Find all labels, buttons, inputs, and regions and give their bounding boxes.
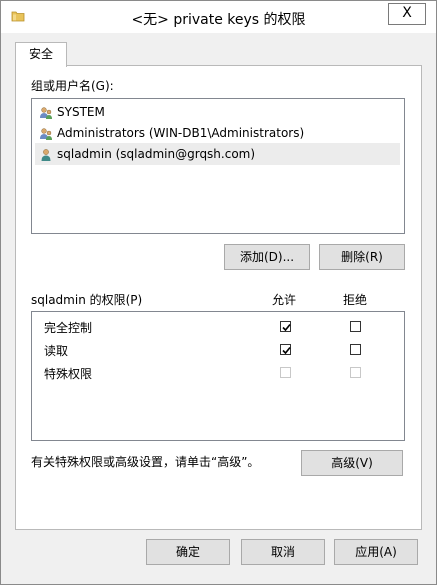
group-users-icon (39, 126, 53, 140)
ok-button[interactable]: 确定 (146, 539, 230, 565)
group-users-icon (39, 105, 53, 119)
user-icon (39, 147, 53, 161)
permission-name-full-control: 完全控制 (44, 321, 93, 335)
principal-name: Administrators (WIN-DB1\Administrators) (57, 126, 305, 140)
allow-column-header: 允许 (272, 293, 297, 307)
deny-special-checkbox (350, 367, 361, 378)
permission-name-special: 特殊权限 (44, 367, 93, 381)
advanced-note: 有关特殊权限或高级设置，请单击“高级”。 (31, 455, 260, 469)
checkmark-icon (282, 323, 291, 332)
checkmark-icon (282, 346, 291, 355)
dialog-title: <无> private keys 的权限 (131, 12, 306, 28)
permissions-dialog: <无> private keys 的权限 X 安全 组或用户名(G): SYST… (0, 0, 437, 585)
advanced-button[interactable]: 高级(V) (301, 450, 403, 476)
list-item-administrators[interactable]: Administrators (WIN-DB1\Administrators) (35, 122, 400, 144)
apply-button[interactable]: 应用(A) (334, 539, 418, 565)
title-bar: <无> private keys 的权限 X (1, 1, 436, 33)
allow-read-checkbox[interactable] (280, 344, 291, 355)
principals-list[interactable]: SYSTEM Administrators (WIN-DB1\Administr… (31, 98, 405, 234)
list-item-sqladmin[interactable]: sqladmin (sqladmin@grqsh.com) (35, 143, 400, 165)
list-item-system[interactable]: SYSTEM (35, 101, 400, 123)
cancel-button[interactable]: 取消 (241, 539, 325, 565)
group-or-user-label: 组或用户名(G): (31, 79, 114, 93)
principal-name: SYSTEM (57, 105, 105, 119)
tab-security[interactable]: 安全 (15, 42, 67, 67)
add-button[interactable]: 添加(D)... (224, 244, 310, 270)
deny-read-checkbox[interactable] (350, 344, 361, 355)
permission-name-read: 读取 (44, 344, 69, 358)
deny-full-control-checkbox[interactable] (350, 321, 361, 332)
allow-special-checkbox (280, 367, 291, 378)
close-icon: X (402, 5, 412, 21)
deny-column-header: 拒绝 (343, 293, 368, 307)
close-button[interactable]: X (388, 3, 426, 25)
principal-name: sqladmin (sqladmin@grqsh.com) (57, 147, 256, 161)
permissions-label: sqladmin 的权限(P) (31, 293, 143, 307)
allow-full-control-checkbox[interactable] (280, 321, 291, 332)
remove-button[interactable]: 删除(R) (319, 244, 405, 270)
